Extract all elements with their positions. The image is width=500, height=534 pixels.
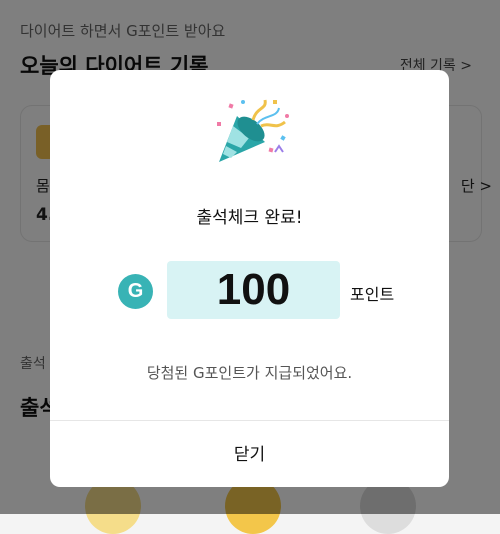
points-unit: 포인트 (350, 285, 395, 304)
points-amount: 100 (216, 265, 291, 314)
party-popper-icon (217, 99, 289, 162)
close-button[interactable]: 닫기 (50, 421, 449, 487)
points-amount-box: 100 (167, 261, 340, 319)
g-point-icon: G (118, 274, 153, 309)
dialog-message: 당첨된 G포인트가 지급되었어요. (146, 364, 353, 382)
dialog-title: 출석체크 완료! (196, 208, 303, 228)
points-row: G 100 포인트 (50, 261, 449, 319)
attendance-complete-dialog: 출석체크 완료! G 100 포인트 당첨된 G포인트가 지급되었어요. 닫기 (50, 70, 449, 487)
